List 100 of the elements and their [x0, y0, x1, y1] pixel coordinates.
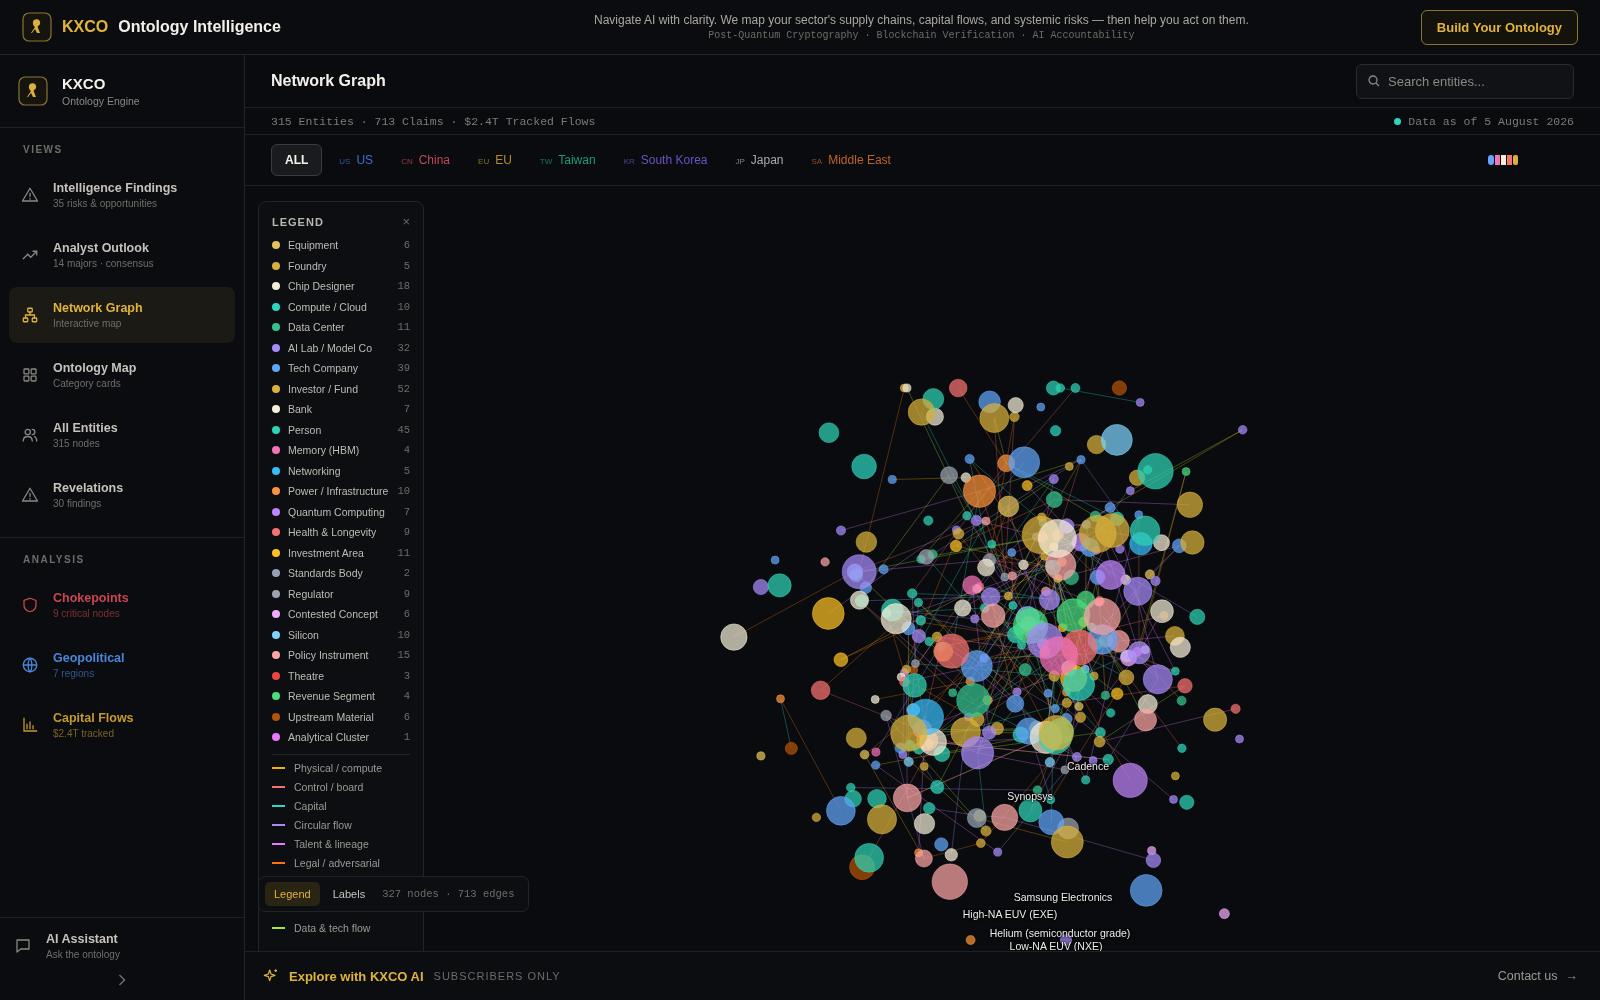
- nav-label: Capital Flows: [53, 711, 134, 725]
- nav-item[interactable]: Chokepoints 9 critical nodes: [9, 577, 235, 633]
- nav-label: Geopolitical: [53, 651, 125, 665]
- nav-subtitle: 315 nodes: [53, 438, 101, 449]
- legend-label: Compute / Cloud: [288, 300, 368, 313]
- network-icon: [21, 306, 39, 324]
- legend-count: 9: [403, 587, 410, 600]
- subtagline: Post-Quantum Cryptography · Blockchain Verification · AI Accountability: [708, 30, 1135, 41]
- legend-label: Networking: [288, 464, 342, 477]
- legend-label: Standards Body: [288, 567, 364, 580]
- nav-label: Network Graph: [53, 301, 143, 315]
- toggle-button[interactable]: Legend: [265, 882, 320, 906]
- stats-summary: 315 Entities · 713 Claims · $2.4T Tracked Flows: [271, 114, 596, 128]
- nav-item[interactable]: All Entities 315 nodes: [9, 407, 235, 463]
- legend-title: LEGEND: [272, 215, 324, 228]
- legend-count: 9: [403, 526, 410, 539]
- brand-subtitle: Ontology Engine: [62, 95, 140, 107]
- nav-label: All Entities: [53, 421, 118, 435]
- section-heading: ANALYSIS: [22, 553, 86, 567]
- region-filter-tab[interactable]: CN China: [390, 145, 462, 175]
- people-icon: [21, 426, 39, 444]
- legend-label: Revenue Segment: [288, 690, 376, 703]
- legend-label: Health & Longevity: [288, 526, 378, 539]
- nav-label: Intelligence Findings: [53, 181, 178, 195]
- subscribers-label: SUBSCRIBERS ONLY: [433, 970, 561, 982]
- status-dot: [1394, 117, 1402, 125]
- legend-count: 6: [403, 608, 410, 621]
- grid-icon: [21, 366, 39, 384]
- toggle-button[interactable]: Labels: [323, 882, 375, 906]
- app-title: Ontology Intelligence: [118, 18, 281, 36]
- nav-item[interactable]: Analyst Outlook 14 majors · consensus: [9, 227, 235, 283]
- legend-count: 7: [403, 403, 410, 416]
- legend-label: Power / Infrastructure: [288, 485, 390, 498]
- legend-label: Control / board: [294, 781, 364, 793]
- legend-count: 10: [397, 485, 410, 498]
- legend-count: 10: [397, 300, 410, 313]
- logo-icon: [22, 12, 52, 42]
- legend-label: Analytical Cluster: [288, 731, 371, 744]
- legend-count: 6: [403, 710, 410, 723]
- warning-icon: [21, 186, 39, 204]
- region-filter-tab[interactable]: EU EU: [467, 145, 523, 175]
- region-filter-tab[interactable]: TW Taiwan: [528, 145, 607, 175]
- nav-item[interactable]: Network Graph Interactive map: [9, 287, 235, 343]
- close-button[interactable]: ×: [402, 215, 410, 228]
- nav-label: Revelations: [53, 481, 124, 495]
- region-filter-tab[interactable]: SA Middle East: [800, 145, 902, 175]
- legend-label: Person: [288, 423, 323, 436]
- palette-icon[interactable]: [1488, 155, 1518, 165]
- assistant-label[interactable]: AI Assistant: [46, 932, 120, 946]
- legend-label: Equipment: [288, 239, 340, 252]
- logo-icon: [18, 76, 48, 106]
- legend-count: 15: [397, 649, 410, 662]
- legend-label: Memory (HBM): [288, 444, 361, 457]
- legend-label: Physical / compute: [294, 762, 383, 774]
- nav-label: Chokepoints: [53, 591, 129, 605]
- legend-count: 7: [403, 505, 410, 518]
- assistant-subtitle: Ask the ontology: [46, 949, 120, 960]
- nav-subtitle: Interactive map: [53, 318, 123, 329]
- nav-subtitle: 7 regions: [53, 668, 96, 679]
- region-filter-tab[interactable]: JP Japan: [724, 145, 795, 175]
- legend-count: 11: [397, 321, 410, 334]
- legend-label: Foundry: [288, 259, 328, 272]
- legend-label: Silicon: [288, 628, 320, 641]
- nav-label: Ontology Map: [53, 361, 137, 375]
- node-label: High-NA EUV (EXE): [962, 908, 1058, 920]
- nav-item[interactable]: Geopolitical 7 regions: [9, 637, 235, 693]
- nav-item[interactable]: Revelations 30 findings: [9, 467, 235, 523]
- region-filter-tab[interactable]: US US: [328, 145, 385, 175]
- legend-count: 3: [403, 669, 410, 682]
- nav-item[interactable]: Ontology Map Category cards: [9, 347, 235, 403]
- chat-icon: [14, 937, 32, 955]
- legend-label: Investor / Fund: [288, 382, 360, 395]
- nav-subtitle: 30 findings: [53, 498, 103, 509]
- legend-label: Contested Concept: [288, 608, 379, 621]
- node-label: Synopsys: [1007, 790, 1053, 802]
- contact-link[interactable]: Contact us →: [1497, 965, 1578, 987]
- build-ontology-button[interactable]: Build Your Ontology: [1420, 9, 1578, 45]
- brand-name: KXCO: [62, 18, 109, 36]
- nav-label: Analyst Outlook: [53, 241, 150, 255]
- legend-count: 39: [397, 362, 410, 375]
- legend-label: Investment Area: [288, 546, 365, 559]
- data-date: Data as of 5 August 2026: [1408, 114, 1574, 128]
- warning-icon: [21, 486, 39, 504]
- node-label: Samsung Electronics: [1013, 891, 1113, 903]
- legend-label: Regulator: [288, 587, 335, 600]
- legend-count: 52: [397, 382, 410, 395]
- chevron-right-icon[interactable]: [118, 974, 126, 986]
- legend-count: 5: [403, 464, 410, 477]
- node-label: Helium (semiconductor grade): [989, 927, 1131, 939]
- nav-subtitle: Category cards: [53, 378, 122, 389]
- legend-label: Circular flow: [294, 819, 352, 831]
- legend-label: Chip Designer: [288, 280, 356, 293]
- search-field[interactable]: Search entities...: [1356, 63, 1574, 99]
- legend-count: 11: [397, 546, 410, 559]
- region-filter-tab[interactable]: ALL: [271, 144, 323, 176]
- nav-item[interactable]: Capital Flows $2.4T tracked: [9, 697, 235, 753]
- legend-count: 32: [397, 341, 410, 354]
- sparkle-icon: [263, 968, 279, 984]
- legend-label: Quantum Computing: [288, 505, 386, 518]
- nav-item[interactable]: Intelligence Findings 35 risks & opportunities: [9, 167, 235, 223]
